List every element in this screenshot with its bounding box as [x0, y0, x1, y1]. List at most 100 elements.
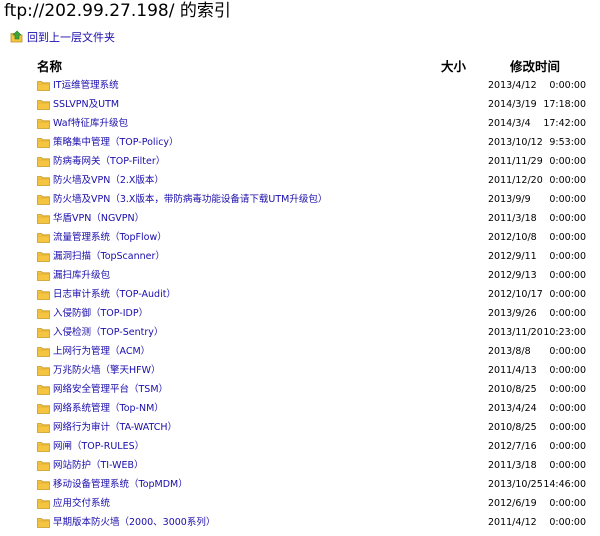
table-row: 网站防护（TI-WEB） 2011/3/18 0:00:00 — [0, 456, 600, 475]
modified-time: 0:00:00 — [549, 194, 586, 205]
table-row: SSLVPN及UTM 2014/3/19 17:18:00 — [0, 95, 600, 114]
modified-time: 0:00:00 — [549, 213, 586, 224]
table-row: 应用交付系统 2012/6/19 0:00:00 — [0, 494, 600, 513]
folder-link[interactable]: 防病毒网关（TOP-Filter） — [53, 152, 165, 171]
folder-link[interactable]: 策略集中管理（TOP-Policy） — [53, 133, 179, 152]
folder-icon — [37, 326, 50, 338]
modified-date: 2013/4/24 — [488, 403, 537, 414]
table-row: 网络安全管理平台（TSM） 2010/8/25 0:00:00 — [0, 380, 600, 399]
modified-time: 0:00:00 — [549, 80, 586, 91]
modified-time: 9:53:00 — [549, 137, 586, 148]
table-row: 防火墙及VPN（2.X版本） 2011/12/20 0:00:00 — [0, 171, 600, 190]
table-row: 漏洞扫描（TopScanner） 2012/9/11 0:00:00 — [0, 247, 600, 266]
modified-date: 2013/9/9 — [488, 194, 531, 205]
folder-icon — [37, 117, 50, 129]
modified-time: 0:00:00 — [549, 422, 586, 433]
folder-link[interactable]: 防火墙及VPN（2.X版本） — [53, 171, 164, 190]
folder-link[interactable]: 网站防护（TI-WEB） — [53, 456, 144, 475]
modified-time: 0:00:00 — [549, 365, 586, 376]
table-row: 万兆防火墙（擎天HFW） 2011/4/13 0:00:00 — [0, 361, 600, 380]
modified-date: 2013/11/20 — [488, 327, 543, 338]
folder-link[interactable]: 漏洞扫描（TopScanner） — [53, 247, 165, 266]
modified-date: 2012/9/11 — [488, 251, 537, 262]
folder-icon — [37, 250, 50, 262]
folder-link[interactable]: 网闸（TOP-RULES） — [53, 437, 144, 456]
folder-icon — [37, 364, 50, 376]
folder-icon — [37, 440, 50, 452]
parent-folder-icon — [10, 30, 24, 44]
folder-link[interactable]: 应用交付系统 — [53, 494, 110, 513]
directory-listing: IT运维管理系统 2013/4/12 0:00:00 SSLVPN及UTM 2014/3… — [0, 76, 600, 532]
modified-date: 2013/4/12 — [488, 80, 537, 91]
parent-directory-link[interactable]: 回到上一层文件夹 — [10, 29, 115, 45]
table-row: 入侵检测（TOP-Sentry） 2013/11/20 10:23:00 — [0, 323, 600, 342]
modified-date: 2012/10/17 — [488, 289, 543, 300]
modified-time: 0:00:00 — [549, 384, 586, 395]
folder-icon — [37, 421, 50, 433]
folder-link[interactable]: 移动设备管理系统（TopMDM） — [53, 475, 188, 494]
modified-time: 14:46:00 — [543, 479, 586, 490]
modified-date: 2011/4/13 — [488, 365, 537, 376]
folder-link[interactable]: 入侵防御（TOP-IDP） — [53, 304, 148, 323]
folder-link[interactable]: Waf特征库升级包 — [53, 114, 128, 133]
table-row: 上网行为管理（ACM） 2013/8/8 0:00:00 — [0, 342, 600, 361]
modified-time: 0:00:00 — [549, 460, 586, 471]
table-row: 流量管理系统（TopFlow） 2012/10/8 0:00:00 — [0, 228, 600, 247]
folder-link[interactable]: 日志审计系统（TOP-Audit） — [53, 285, 176, 304]
folder-icon — [37, 288, 50, 300]
folder-link[interactable]: 万兆防火墙（擎天HFW） — [53, 361, 161, 380]
modified-time: 0:00:00 — [549, 175, 586, 186]
table-row: 日志审计系统（TOP-Audit） 2012/10/17 0:00:00 — [0, 285, 600, 304]
modified-date: 2011/3/18 — [488, 213, 537, 224]
table-row: 防病毒网关（TOP-Filter） 2011/11/29 0:00:00 — [0, 152, 600, 171]
modified-time: 0:00:00 — [549, 403, 586, 414]
modified-date: 2013/10/12 — [488, 137, 543, 148]
table-row: 防火墙及VPN（3.X版本，带防病毒功能设备请下载UTM升级包） 2013/9/9… — [0, 190, 600, 209]
modified-time: 0:00:00 — [549, 346, 586, 357]
modified-time: 17:42:00 — [543, 118, 586, 129]
modified-time: 0:00:00 — [549, 517, 586, 528]
folder-icon — [37, 269, 50, 281]
table-row: 网络系统管理（Top-NM） 2013/4/24 0:00:00 — [0, 399, 600, 418]
modified-date: 2011/3/18 — [488, 460, 537, 471]
column-header-name[interactable]: 名称 — [37, 58, 62, 76]
folder-link[interactable]: SSLVPN及UTM — [53, 95, 119, 114]
folder-link[interactable]: 网络行为审计（TA-WATCH） — [53, 418, 177, 437]
folder-link[interactable]: 流量管理系统（TopFlow） — [53, 228, 167, 247]
folder-icon — [37, 345, 50, 357]
folder-icon — [37, 478, 50, 490]
table-row: 华盾VPN（NGVPN） 2011/3/18 0:00:00 — [0, 209, 600, 228]
folder-link[interactable]: 网络系统管理（Top-NM） — [53, 399, 164, 418]
modified-time: 0:00:00 — [549, 156, 586, 167]
modified-date: 2013/8/8 — [488, 346, 531, 357]
folder-link[interactable]: 早期版本防火墙（2000、3000系列） — [53, 513, 215, 532]
table-row: 早期版本防火墙（2000、3000系列） 2011/4/12 0:00:00 — [0, 513, 600, 532]
folder-link[interactable]: IT运维管理系统 — [53, 76, 119, 95]
modified-time: 0:00:00 — [549, 270, 586, 281]
folder-link[interactable]: 防火墙及VPN（3.X版本，带防病毒功能设备请下载UTM升级包） — [53, 190, 327, 209]
modified-time: 17:18:00 — [543, 99, 586, 110]
listing-header: 名称 大小 修改时间 — [0, 58, 600, 76]
table-row: 策略集中管理（TOP-Policy） 2013/10/12 9:53:00 — [0, 133, 600, 152]
folder-link[interactable]: 网络安全管理平台（TSM） — [53, 380, 168, 399]
folder-icon — [37, 193, 50, 205]
modified-time: 0:00:00 — [549, 441, 586, 452]
modified-time: 0:00:00 — [549, 251, 586, 262]
folder-icon — [37, 516, 50, 528]
modified-time: 0:00:00 — [549, 289, 586, 300]
folder-link[interactable]: 入侵检测（TOP-Sentry） — [53, 323, 163, 342]
modified-time: 0:00:00 — [549, 232, 586, 243]
modified-date: 2011/4/12 — [488, 517, 537, 528]
column-header-modified[interactable]: 修改时间 — [510, 58, 560, 76]
column-header-size[interactable]: 大小 — [441, 58, 466, 76]
modified-time: 0:00:00 — [549, 308, 586, 319]
folder-icon — [37, 174, 50, 186]
modified-date: 2013/9/26 — [488, 308, 537, 319]
folder-link[interactable]: 上网行为管理（ACM） — [53, 342, 150, 361]
modified-date: 2014/3/19 — [488, 99, 537, 110]
folder-icon — [37, 307, 50, 319]
folder-link[interactable]: 漏扫库升级包 — [53, 266, 110, 285]
modified-date: 2010/8/25 — [488, 422, 537, 433]
modified-date: 2012/10/8 — [488, 232, 537, 243]
folder-link[interactable]: 华盾VPN（NGVPN） — [53, 209, 144, 228]
